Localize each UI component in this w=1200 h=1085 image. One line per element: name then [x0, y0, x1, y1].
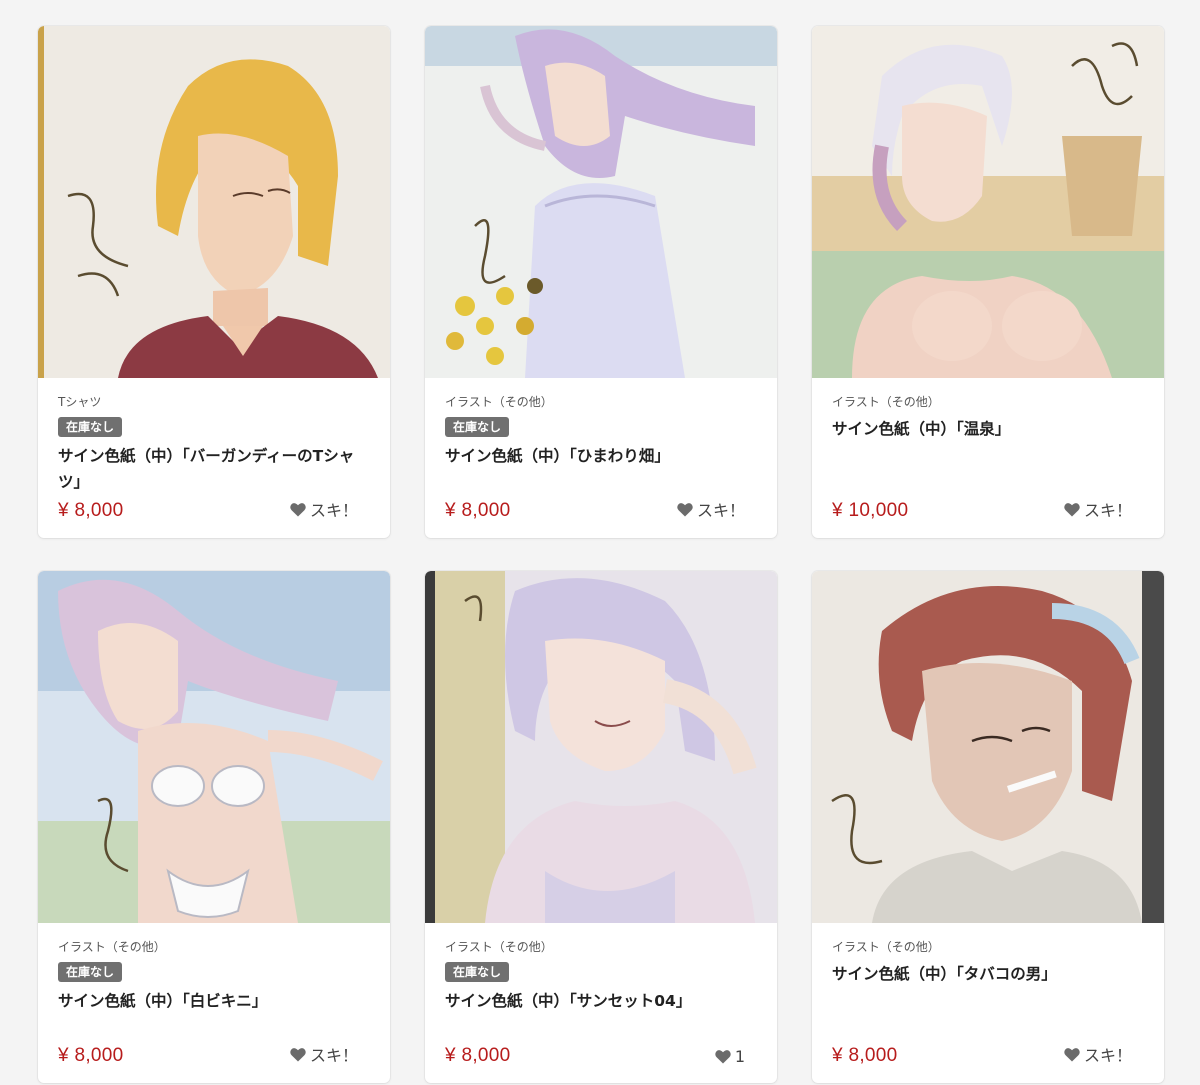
product-card[interactable]: イラスト（その他） 在庫なし サイン色紙（中）「ひまわり畑」 ¥ 8,000 ス…	[425, 26, 777, 538]
product-price: ¥ 8,000	[445, 1045, 511, 1066]
product-price: ¥ 8,000	[58, 1045, 124, 1066]
like-button[interactable]: スキ！	[290, 1042, 358, 1066]
illustration-man-cigarette	[812, 571, 1164, 923]
out-of-stock-badge: 在庫なし	[445, 962, 510, 982]
product-category[interactable]: イラスト（その他）	[445, 394, 757, 410]
product-image[interactable]	[425, 26, 777, 378]
heart-icon	[290, 1047, 306, 1062]
heart-icon	[715, 1049, 731, 1064]
product-card[interactable]: Tシャツ 在庫なし サイン色紙（中）「バーガンディーのTシャツ」 ¥ 8,000…	[38, 26, 390, 538]
product-info: イラスト（その他） 在庫なし サイン色紙（中）「サンセット04」 ¥ 8,000…	[445, 935, 757, 1083]
product-title[interactable]: サイン色紙（中）「タバコの男」	[832, 961, 1144, 987]
heart-icon	[677, 502, 693, 517]
out-of-stock-badge: 在庫なし	[58, 962, 123, 982]
like-label: スキ！	[1083, 501, 1132, 520]
out-of-stock-badge: 在庫なし	[445, 417, 510, 437]
product-price: ¥ 8,000	[58, 500, 124, 521]
like-label: スキ！	[696, 501, 745, 520]
product-card[interactable]: イラスト（その他） サイン色紙（中）「タバコの男」 ¥ 8,000 スキ！	[812, 571, 1164, 1083]
like-button[interactable]: スキ！	[1064, 1042, 1132, 1066]
product-category[interactable]: イラスト（その他）	[58, 939, 370, 955]
product-title[interactable]: サイン色紙（中）「バーガンディーのTシャツ」	[58, 443, 370, 495]
like-button[interactable]: スキ！	[677, 497, 745, 521]
heart-icon	[1064, 502, 1080, 517]
product-card[interactable]: イラスト（その他） 在庫なし サイン色紙（中）「サンセット04」 ¥ 8,000…	[425, 571, 777, 1083]
like-label: スキ！	[309, 501, 358, 520]
illustration-woman-sunset	[425, 571, 777, 923]
product-category[interactable]: イラスト（その他）	[832, 394, 1144, 410]
illustration-woman-sunflower-field	[425, 26, 777, 378]
product-title[interactable]: サイン色紙（中）「白ビキニ」	[58, 988, 370, 1014]
product-image[interactable]	[812, 571, 1164, 923]
product-info: イラスト（その他） サイン色紙（中）「タバコの男」 ¥ 8,000 スキ！	[832, 935, 1144, 1083]
like-button[interactable]: スキ！	[290, 497, 358, 521]
product-title[interactable]: サイン色紙（中）「ひまわり畑」	[445, 443, 757, 469]
like-button[interactable]: 1	[715, 1047, 745, 1066]
product-image[interactable]	[812, 26, 1164, 378]
product-image[interactable]	[38, 26, 390, 378]
product-category[interactable]: Tシャツ	[58, 394, 370, 410]
product-info: イラスト（その他） 在庫なし サイン色紙（中）「ひまわり畑」 ¥ 8,000 ス…	[445, 390, 757, 538]
product-title[interactable]: サイン色紙（中）「サンセット04」	[445, 988, 757, 1014]
product-category[interactable]: イラスト（その他）	[832, 939, 1144, 955]
product-category[interactable]: イラスト（その他）	[445, 939, 757, 955]
illustration-woman-hot-spring	[812, 26, 1164, 378]
like-count: 1	[734, 1047, 745, 1066]
heart-icon	[290, 502, 306, 517]
product-title[interactable]: サイン色紙（中）「温泉」	[832, 416, 1144, 442]
product-price: ¥ 10,000	[832, 500, 909, 521]
illustration-blonde-man-burgundy-tshirt	[38, 26, 390, 378]
product-price: ¥ 8,000	[832, 1045, 898, 1066]
out-of-stock-badge: 在庫なし	[58, 417, 123, 437]
product-price: ¥ 8,000	[445, 500, 511, 521]
product-image[interactable]	[38, 571, 390, 923]
like-label: スキ！	[1083, 1046, 1132, 1065]
product-info: イラスト（その他） サイン色紙（中）「温泉」 ¥ 10,000 スキ！	[832, 390, 1144, 538]
product-card[interactable]: イラスト（その他） 在庫なし サイン色紙（中）「白ビキニ」 ¥ 8,000 スキ…	[38, 571, 390, 1083]
heart-icon	[1064, 1047, 1080, 1062]
product-grid: Tシャツ 在庫なし サイン色紙（中）「バーガンディーのTシャツ」 ¥ 8,000…	[38, 26, 1165, 1083]
product-info: Tシャツ 在庫なし サイン色紙（中）「バーガンディーのTシャツ」 ¥ 8,000…	[58, 390, 370, 538]
like-button[interactable]: スキ！	[1064, 497, 1132, 521]
product-card[interactable]: イラスト（その他） サイン色紙（中）「温泉」 ¥ 10,000 スキ！	[812, 26, 1164, 538]
product-image[interactable]	[425, 571, 777, 923]
like-label: スキ！	[309, 1046, 358, 1065]
product-info: イラスト（その他） 在庫なし サイン色紙（中）「白ビキニ」 ¥ 8,000 スキ…	[58, 935, 370, 1083]
illustration-woman-white-bikini	[38, 571, 390, 923]
